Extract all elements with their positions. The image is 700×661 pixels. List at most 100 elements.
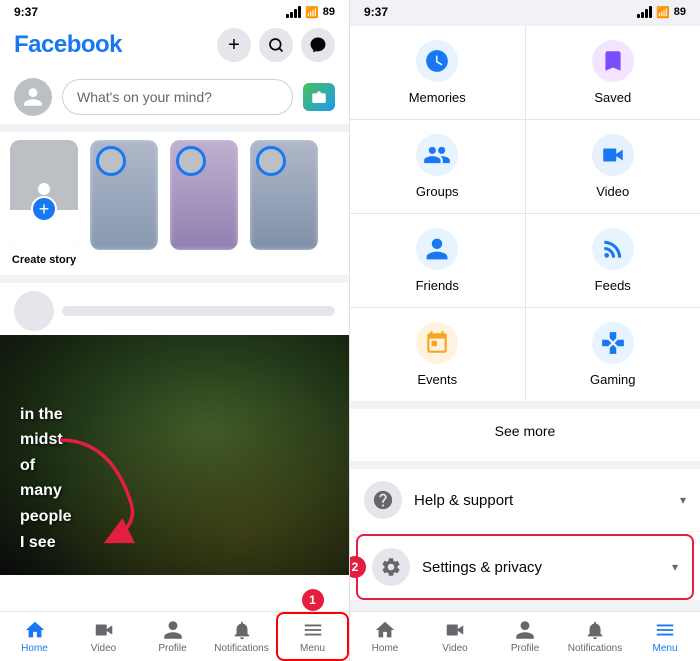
right-content: Memories Saved Groups Vide (350, 22, 700, 611)
menu-section: Help & support ▾ Settings & privacy ▾ 2 (350, 469, 700, 600)
camera-icon (310, 88, 328, 106)
right-home-icon (374, 619, 396, 641)
nav-notifications[interactable]: Notifications (207, 612, 276, 661)
help-icon-bg (364, 481, 402, 519)
user-avatar (14, 78, 52, 116)
friends-icon-bg (416, 228, 458, 270)
right-nav-home[interactable]: Home (350, 612, 420, 661)
right-panel: 9:37 📶 89 Memories (350, 0, 700, 661)
shortcuts-grid: Memories Saved Groups Vide (350, 26, 700, 401)
shortcut-events[interactable]: Events (350, 308, 525, 401)
nav-profile-label: Profile (158, 643, 186, 654)
story-card-1[interactable] (88, 140, 160, 267)
story-image-3 (250, 140, 318, 250)
nav-profile[interactable]: Profile (138, 612, 207, 661)
left-bottom-nav: Home Video Profile Notifications Menu 1 (0, 611, 349, 661)
nav-home-label: Home (21, 643, 48, 654)
gaming-icon-bg (592, 322, 634, 364)
nav-menu[interactable]: Menu 1 (276, 612, 349, 661)
right-video-label: Video (442, 643, 467, 654)
shortcut-saved[interactable]: Saved (526, 26, 700, 119)
settings-icon-bg (372, 548, 410, 586)
right-nav-menu[interactable]: Menu (630, 612, 700, 661)
nav-home[interactable]: Home (0, 612, 69, 661)
nav-video-label: Video (91, 643, 116, 654)
feeds-icon-bg (592, 228, 634, 270)
right-time: 9:37 (364, 5, 388, 19)
right-status-right: 📶 89 (637, 6, 686, 19)
right-bell-icon (584, 619, 606, 641)
video-icon-bg (592, 134, 634, 176)
search-button[interactable] (259, 28, 293, 62)
post-bar (62, 306, 335, 316)
right-nav-video[interactable]: Video (420, 612, 490, 661)
left-status-bar: 9:37 📶 89 (0, 0, 349, 22)
nav-notifications-label: Notifications (214, 643, 268, 654)
signal-bars (286, 6, 301, 18)
settings-icon (380, 556, 402, 578)
saved-label: Saved (594, 90, 631, 105)
create-story-card[interactable]: + Create story (8, 140, 80, 267)
right-nav-notifications[interactable]: Notifications (560, 612, 630, 661)
shortcut-groups[interactable]: Groups (350, 120, 525, 213)
menu-icon (302, 619, 324, 641)
friends-icon (424, 236, 450, 262)
post-placeholder (0, 283, 349, 335)
shortcut-feeds[interactable]: Feeds (526, 214, 700, 307)
person-icon (22, 86, 44, 108)
events-icon (424, 330, 450, 356)
arrow-indicator (30, 430, 180, 550)
left-panel: 9:37 📶 89 Facebook + (0, 0, 350, 661)
right-profile-label: Profile (511, 643, 539, 654)
right-menu-icon (654, 619, 676, 641)
right-menu-label: Menu (652, 643, 677, 654)
step1-badge: 1 (302, 589, 324, 611)
help-support-item[interactable]: Help & support ▾ (350, 469, 700, 532)
feeds-label: Feeds (595, 278, 631, 293)
see-more-button[interactable]: See more (350, 409, 700, 453)
video-shortcut-icon (600, 142, 626, 168)
shortcut-friends[interactable]: Friends (350, 214, 525, 307)
stories-section: + Create story (0, 132, 349, 283)
help-chevron-icon: ▾ (680, 493, 686, 507)
settings-privacy-item[interactable]: Settings & privacy ▾ (356, 534, 694, 600)
story-avatar-3 (256, 146, 286, 176)
post-input[interactable]: What's on your mind? (62, 79, 293, 115)
messenger-button[interactable] (301, 28, 335, 62)
settings-chevron-icon: ▾ (672, 560, 678, 574)
help-icon (372, 489, 394, 511)
groups-icon-bg (416, 134, 458, 176)
see-more-section: See more (350, 409, 700, 461)
nav-video[interactable]: Video (69, 612, 138, 661)
right-profile-icon (514, 619, 536, 641)
whats-on-mind-bar: What's on your mind? (0, 70, 349, 132)
photo-icon[interactable] (303, 83, 335, 111)
events-icon-bg (416, 322, 458, 364)
right-bottom-nav: Home Video Profile Notifications Menu (350, 611, 700, 661)
wifi-icon: 📶 (305, 6, 319, 19)
feeds-icon (600, 236, 626, 262)
help-support-label: Help & support (414, 492, 668, 509)
bell-icon (231, 619, 253, 641)
story-image-2 (170, 140, 238, 250)
groups-label: Groups (416, 184, 459, 199)
right-home-label: Home (372, 643, 399, 654)
settings-privacy-label: Settings & privacy (422, 559, 660, 576)
memories-label: Memories (409, 90, 466, 105)
story-card-3[interactable] (248, 140, 320, 267)
saved-icon-bg (592, 40, 634, 82)
memories-icon-bg (416, 40, 458, 82)
add-button[interactable]: + (217, 28, 251, 62)
right-notifications-label: Notifications (568, 643, 622, 654)
right-nav-profile[interactable]: Profile (490, 612, 560, 661)
post-avatar (14, 291, 54, 331)
shortcut-gaming[interactable]: Gaming (526, 308, 700, 401)
right-video-icon (444, 619, 466, 641)
shortcut-memories[interactable]: Memories (350, 26, 525, 119)
bar1 (286, 14, 289, 18)
shortcut-video[interactable]: Video (526, 120, 700, 213)
left-status-right: 📶 89 (286, 6, 335, 19)
settings-privacy-wrapper: Settings & privacy ▾ 2 (356, 534, 694, 600)
gaming-label: Gaming (590, 372, 636, 387)
story-card-2[interactable] (168, 140, 240, 267)
